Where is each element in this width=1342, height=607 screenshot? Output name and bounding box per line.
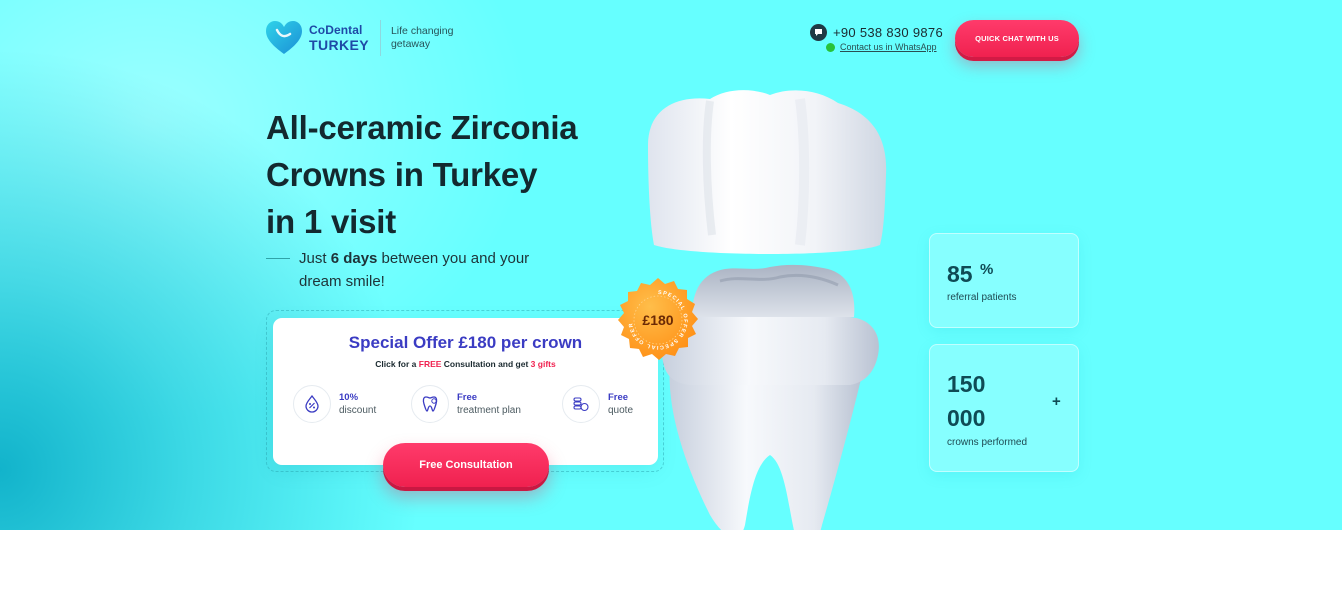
brand-name-line2: TURKEY [309,37,369,53]
stat-crowns: 150 000 + crowns performed [929,344,1079,472]
benefit-discount-label: discount [339,405,377,416]
coins-icon [562,385,600,423]
benefit-plan-label: treatment plan [457,405,521,416]
benefit-discount-value: 10% [339,392,359,403]
tagline: Life changing getaway [390,25,454,50]
logo-divider [379,20,381,56]
page-content-area [0,530,1342,607]
stat-crowns-value-line2: 000 [947,405,986,431]
stat-referral: 85 % referral patients [929,233,1079,328]
whatsapp-icon [826,42,835,52]
badge-price: £180 [642,312,673,328]
subtitle-prefix: Just [299,250,331,267]
stat-crowns-value-line1: 150 [947,371,986,397]
quick-chat-button[interactable]: QUICK CHAT WITH US [955,20,1079,57]
benefit-treatment-plan: Free treatment plan [411,385,521,423]
stat-referral-suffix: % [980,261,994,278]
discount-icon [293,385,331,423]
stat-referral-value: 85 [947,261,973,287]
contact-block: +90 538 830 9876 Contact us in WhatsApp [810,24,943,52]
subtitle-dash [266,258,290,259]
hero-section: CoDental TURKEY Life changing getaway +9… [0,0,1342,530]
subtitle-days: 6 days [330,250,378,267]
stat-crowns-label: crowns performed [947,437,1028,448]
offer-free-word: FREE [418,359,442,369]
stat-referral-label: referral patients [947,292,1017,303]
benefit-discount: 10% discount [293,385,376,423]
stat-crowns-suffix: + [1052,393,1061,410]
heart-logo-icon [266,21,302,54]
chat-bubble-icon [810,24,827,41]
free-consultation-button[interactable]: Free Consultation [383,443,549,487]
brand-name-line1: CoDental [309,23,363,37]
tooth-icon [411,385,449,423]
benefit-plan-value: Free [457,392,478,403]
hero-subtitle: Just 6 days between you and your dream s… [266,247,549,293]
offer-gifts: 3 gifts [530,359,556,369]
whatsapp-link[interactable]: Contact us in WhatsApp [840,42,937,52]
brand-logo[interactable]: CoDental TURKEY Life changing getaway [265,20,471,56]
phone-number[interactable]: +90 538 830 9876 [833,25,943,40]
special-offer-badge: SPECIAL OFFER SPECIAL OFFER £180 [618,278,698,360]
brand-name: CoDental TURKEY [309,23,369,53]
